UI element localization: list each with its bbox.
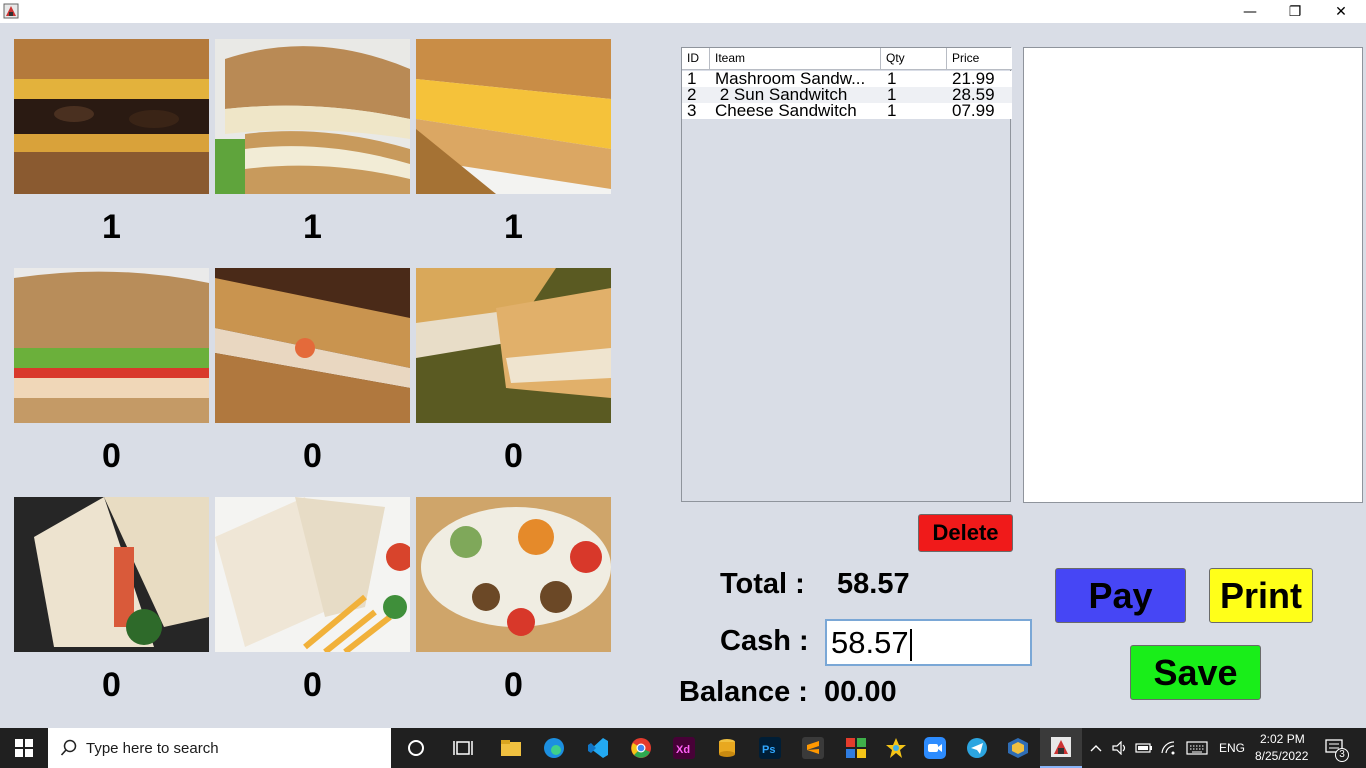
file-explorer-icon[interactable]	[493, 728, 529, 768]
telegram-icon[interactable]	[959, 728, 995, 768]
table-header: ID Iteam Qty Price	[682, 48, 1012, 70]
total-label: Total :	[720, 568, 805, 600]
cell-id: 3	[687, 101, 697, 120]
balance-label: Balance :	[679, 676, 808, 708]
vscode-icon[interactable]	[580, 728, 616, 768]
star-app-icon[interactable]	[878, 728, 914, 768]
column-header-price[interactable]: Price	[947, 48, 1012, 69]
cash-label: Cash :	[720, 625, 809, 657]
product-image-falafel-pita[interactable]	[416, 497, 611, 652]
qty-sun-sandwich: 1	[303, 208, 322, 246]
taskbar-search-box[interactable]: Type here to search	[48, 728, 391, 768]
start-button[interactable]	[0, 728, 48, 768]
qty-triangle-sandwich: 0	[102, 666, 121, 704]
qty-cheese-sandwich: 1	[504, 208, 523, 246]
qty-club-sandwich: 0	[102, 437, 121, 475]
battery-icon[interactable]	[1134, 728, 1154, 768]
pay-button[interactable]: Pay	[1055, 568, 1186, 623]
qty-chicken-toast: 0	[504, 437, 523, 475]
chrome-icon[interactable]	[623, 728, 659, 768]
product-image-chicken-toast[interactable]	[416, 268, 611, 423]
product-image-tuna-panini[interactable]	[215, 268, 410, 423]
delete-button[interactable]: Delete	[918, 514, 1013, 552]
volume-icon[interactable]	[1110, 728, 1130, 768]
product-image-mashroom-sandwich[interactable]	[14, 39, 209, 194]
virtualbox-icon[interactable]	[1000, 728, 1036, 768]
search-icon	[60, 739, 77, 756]
column-header-item[interactable]: Iteam	[710, 48, 881, 69]
column-header-qty[interactable]: Qty	[881, 48, 947, 69]
restore-button[interactable]: ❐	[1272, 0, 1318, 23]
balance-value: 00.00	[824, 676, 897, 708]
adobe-xd-icon[interactable]: Xd	[666, 728, 702, 768]
office-icon[interactable]	[838, 728, 874, 768]
photoshop-icon[interactable]: Ps	[752, 728, 788, 768]
product-image-sun-sandwich[interactable]	[215, 39, 410, 194]
cell-qty: 1	[887, 101, 897, 120]
cash-input[interactable]: 58.57	[825, 619, 1032, 666]
zoom-icon[interactable]	[917, 728, 953, 768]
chevron-up-icon[interactable]	[1088, 728, 1104, 768]
cash-input-value: 58.57	[831, 625, 909, 660]
cell-item: Cheese Sandwitch	[715, 101, 857, 120]
receipt-text-area[interactable]	[1023, 47, 1363, 503]
close-button[interactable]: ✕	[1318, 0, 1364, 23]
edge-icon[interactable]	[536, 728, 572, 768]
clock-date[interactable]: 8/25/2022	[1255, 749, 1308, 763]
database-tool-icon[interactable]	[709, 728, 745, 768]
sublime-icon[interactable]	[795, 728, 831, 768]
wifi-icon[interactable]	[1159, 728, 1179, 768]
cortana-icon[interactable]	[398, 728, 434, 768]
task-view-icon[interactable]	[445, 728, 481, 768]
title-bar: — ❐ ✕	[0, 0, 1366, 23]
text-caret	[909, 628, 912, 661]
product-image-club-sandwich[interactable]	[14, 268, 209, 423]
language-indicator[interactable]: ENG	[1219, 741, 1245, 755]
qty-falafel-pita: 0	[504, 666, 523, 704]
taskbar: Type here to search Xd Ps ENG 2:02 PM 8/…	[0, 728, 1366, 768]
search-placeholder: Type here to search	[86, 739, 219, 757]
svg-text:Xd: Xd	[676, 744, 690, 756]
qty-mashroom-sandwich: 1	[102, 208, 121, 246]
table-row[interactable]: 3 Cheese Sandwitch 1 07.99	[682, 101, 1012, 120]
save-button[interactable]: Save	[1130, 645, 1261, 700]
minimize-button[interactable]: —	[1227, 0, 1273, 23]
order-table[interactable]: ID Iteam Qty Price 1 Mashroom Sandw... 1…	[681, 47, 1012, 502]
product-image-cheese-sandwich[interactable]	[416, 39, 611, 194]
product-image-wrap[interactable]	[215, 497, 410, 652]
column-header-id[interactable]: ID	[682, 48, 710, 69]
qty-tuna-panini: 0	[303, 437, 322, 475]
clock-time[interactable]: 2:02 PM	[1260, 732, 1305, 746]
total-value: 58.57	[837, 568, 910, 600]
qty-wrap: 0	[303, 666, 322, 704]
java-app-taskbar-icon[interactable]	[1040, 728, 1082, 768]
windows-icon	[15, 739, 33, 757]
print-button[interactable]: Print	[1209, 568, 1313, 623]
product-image-triangle-sandwich[interactable]	[14, 497, 209, 652]
notification-count-badge: 3	[1335, 748, 1349, 762]
keyboard-icon[interactable]	[1184, 728, 1210, 768]
java-app-icon	[3, 3, 19, 19]
cell-price: 07.99	[952, 101, 995, 120]
svg-text:Ps: Ps	[762, 744, 775, 756]
